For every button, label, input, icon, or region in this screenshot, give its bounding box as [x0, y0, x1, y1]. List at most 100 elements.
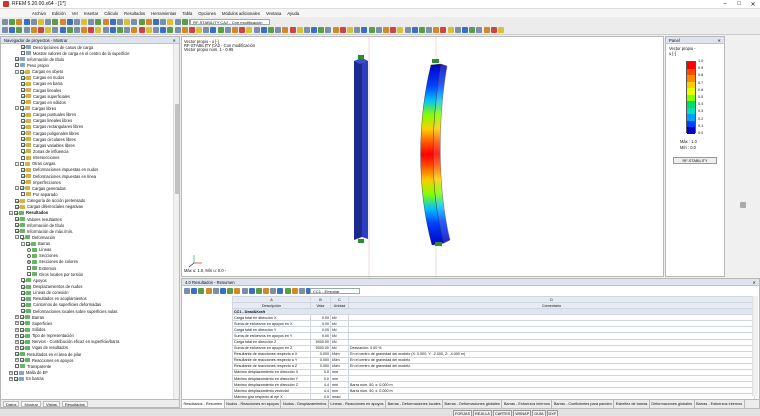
- collapse-icon[interactable]: -: [21, 241, 25, 246]
- status-toggle[interactable]: CARTES: [492, 410, 513, 416]
- tree-checkbox[interactable]: [20, 315, 24, 320]
- toolbar-tool-icon[interactable]: [174, 27, 181, 33]
- tree-checkbox[interactable]: [21, 149, 25, 154]
- tree-checkbox[interactable]: [15, 364, 19, 369]
- tree-checkbox[interactable]: [21, 88, 25, 93]
- tree-radio[interactable]: [27, 253, 31, 258]
- toolbar-tool-icon[interactable]: [45, 27, 52, 33]
- toolbar-tool-icon[interactable]: [37, 27, 44, 33]
- toolbar-tool-icon[interactable]: [397, 27, 404, 33]
- toolbar-tool-icon[interactable]: [332, 27, 339, 33]
- tree-checkbox[interactable]: [14, 376, 18, 381]
- toolbar-tool-icon[interactable]: [311, 27, 318, 33]
- toolbar-tool-icon[interactable]: [23, 27, 30, 33]
- results-tab[interactable]: Barras - Esfuerzos internos: [695, 400, 745, 408]
- toolbar-tool-icon[interactable]: [368, 27, 375, 33]
- toolbar-tool-icon[interactable]: [212, 288, 219, 294]
- tree-checkbox[interactable]: [21, 155, 25, 160]
- results-tab[interactable]: Resultados - Resumen: [182, 400, 225, 408]
- status-toggle[interactable]: FORJAS: [453, 410, 472, 416]
- tree-checkbox[interactable]: [21, 112, 25, 117]
- toolbar-tool-icon[interactable]: [188, 27, 195, 33]
- tree-checkbox[interactable]: [21, 124, 25, 129]
- graphics-viewport[interactable]: Vector propio - u [-] RF-STABILITY CA2 -…: [181, 36, 664, 278]
- toolbar-tool-icon[interactable]: [109, 19, 116, 25]
- results-tab[interactable]: Barras - Coeficientes para pandeo: [552, 400, 615, 408]
- toolbar-tool-icon[interactable]: [354, 27, 361, 33]
- status-toggle[interactable]: WSNAP: [513, 410, 532, 416]
- close-icon[interactable]: ✕: [717, 37, 721, 43]
- toolbar-tool-icon[interactable]: [411, 27, 418, 33]
- toolbar-tool-icon[interactable]: [95, 19, 102, 25]
- toolbar-tool-icon[interactable]: [88, 19, 95, 25]
- tree-checkbox[interactable]: [20, 345, 24, 350]
- toolbar-tool-icon[interactable]: [232, 27, 238, 33]
- toolbar-tool-icon[interactable]: [167, 19, 174, 25]
- toolbar-tool-icon[interactable]: [282, 27, 289, 33]
- tree-checkbox[interactable]: [21, 174, 25, 179]
- expand-icon[interactable]: +: [9, 376, 13, 381]
- toolbar-tool-icon[interactable]: [433, 27, 440, 33]
- tab-mostrar[interactable]: Mostrar: [21, 400, 42, 407]
- menu-item[interactable]: Edición: [52, 11, 66, 16]
- tree-checkbox[interactable]: [20, 358, 24, 363]
- toolbar-tool-icon[interactable]: [440, 27, 447, 33]
- toolbar-tool-icon[interactable]: [124, 19, 131, 25]
- toolbar-tool-icon[interactable]: [426, 27, 433, 33]
- collapse-icon[interactable]: -: [15, 106, 19, 111]
- menu-item[interactable]: Ventana: [266, 11, 281, 16]
- toolbar-tool-icon[interactable]: [263, 288, 270, 294]
- results-tab[interactable]: Líneas - Reacciones en apoyos: [329, 400, 387, 408]
- results-tab[interactable]: Barras - Deformaciones locales: [386, 400, 444, 408]
- toolbar-tool-icon[interactable]: [145, 19, 152, 25]
- toolbar-tool-icon[interactable]: [296, 27, 303, 33]
- toolbar-tool-icon[interactable]: [2, 19, 8, 25]
- toolbar-tool-icon[interactable]: [66, 27, 73, 33]
- tree-checkbox[interactable]: [21, 94, 25, 99]
- collapse-icon[interactable]: -: [9, 210, 13, 215]
- expand-icon[interactable]: +: [15, 339, 19, 344]
- menu-item[interactable]: Insertar: [84, 11, 98, 16]
- toolbar-tool-icon[interactable]: [454, 27, 461, 33]
- tree-checkbox[interactable]: [15, 223, 19, 228]
- close-button[interactable]: ✕: [746, 1, 760, 8]
- tree-checkbox[interactable]: [21, 143, 25, 148]
- tree-checkbox[interactable]: [26, 241, 30, 246]
- tree-radio[interactable]: [27, 247, 31, 252]
- collapse-icon[interactable]: -: [15, 161, 19, 166]
- toolbar-tool-icon[interactable]: [160, 27, 167, 33]
- toolbar-tool-icon[interactable]: [303, 27, 310, 33]
- tree-checkbox[interactable]: [15, 198, 19, 203]
- tab-vistas[interactable]: Vistas: [43, 400, 60, 407]
- status-toggle[interactable]: GUÍA: [532, 410, 546, 416]
- toolbar-tool-icon[interactable]: [131, 19, 138, 25]
- maximize-button[interactable]: □: [732, 1, 746, 8]
- toolbar-tool-icon[interactable]: [81, 27, 88, 33]
- tree-checkbox[interactable]: [21, 81, 25, 86]
- toolbar-tool-icon[interactable]: [347, 27, 353, 33]
- toolbar-tool-icon[interactable]: [73, 27, 80, 33]
- tree-checkbox[interactable]: [15, 204, 19, 209]
- tree-checkbox[interactable]: [21, 284, 25, 289]
- expand-icon[interactable]: +: [9, 370, 13, 375]
- toolbar-tool-icon[interactable]: [299, 288, 305, 294]
- toolbar-tool-icon[interactable]: [291, 288, 298, 294]
- toolbar-tool-icon[interactable]: [117, 27, 123, 33]
- toolbar-tool-icon[interactable]: [260, 27, 267, 33]
- toolbar-tool-icon[interactable]: [253, 27, 260, 33]
- toolbar-tool-icon[interactable]: [339, 27, 346, 33]
- toolbar-tool-icon[interactable]: [248, 288, 255, 294]
- toolbar-tool-icon[interactable]: [404, 27, 411, 33]
- toolbar-tool-icon[interactable]: [124, 27, 131, 33]
- toolbar-tool-icon[interactable]: [23, 19, 30, 25]
- toolbar-tool-icon[interactable]: [30, 27, 37, 33]
- menu-item[interactable]: Resultados: [124, 11, 145, 16]
- load-case-combo[interactable]: RF-STABILITY CA2 - Con modificación: [190, 19, 270, 25]
- status-toggle[interactable]: REJILLA: [472, 410, 492, 416]
- menu-item[interactable]: Tabla: [182, 11, 192, 16]
- tree-checkbox[interactable]: [15, 352, 19, 357]
- tree-checkbox[interactable]: [27, 266, 31, 271]
- toolbar-tool-icon[interactable]: [109, 27, 116, 33]
- tree-checkbox[interactable]: [21, 290, 25, 295]
- tree-checkbox[interactable]: [14, 210, 18, 215]
